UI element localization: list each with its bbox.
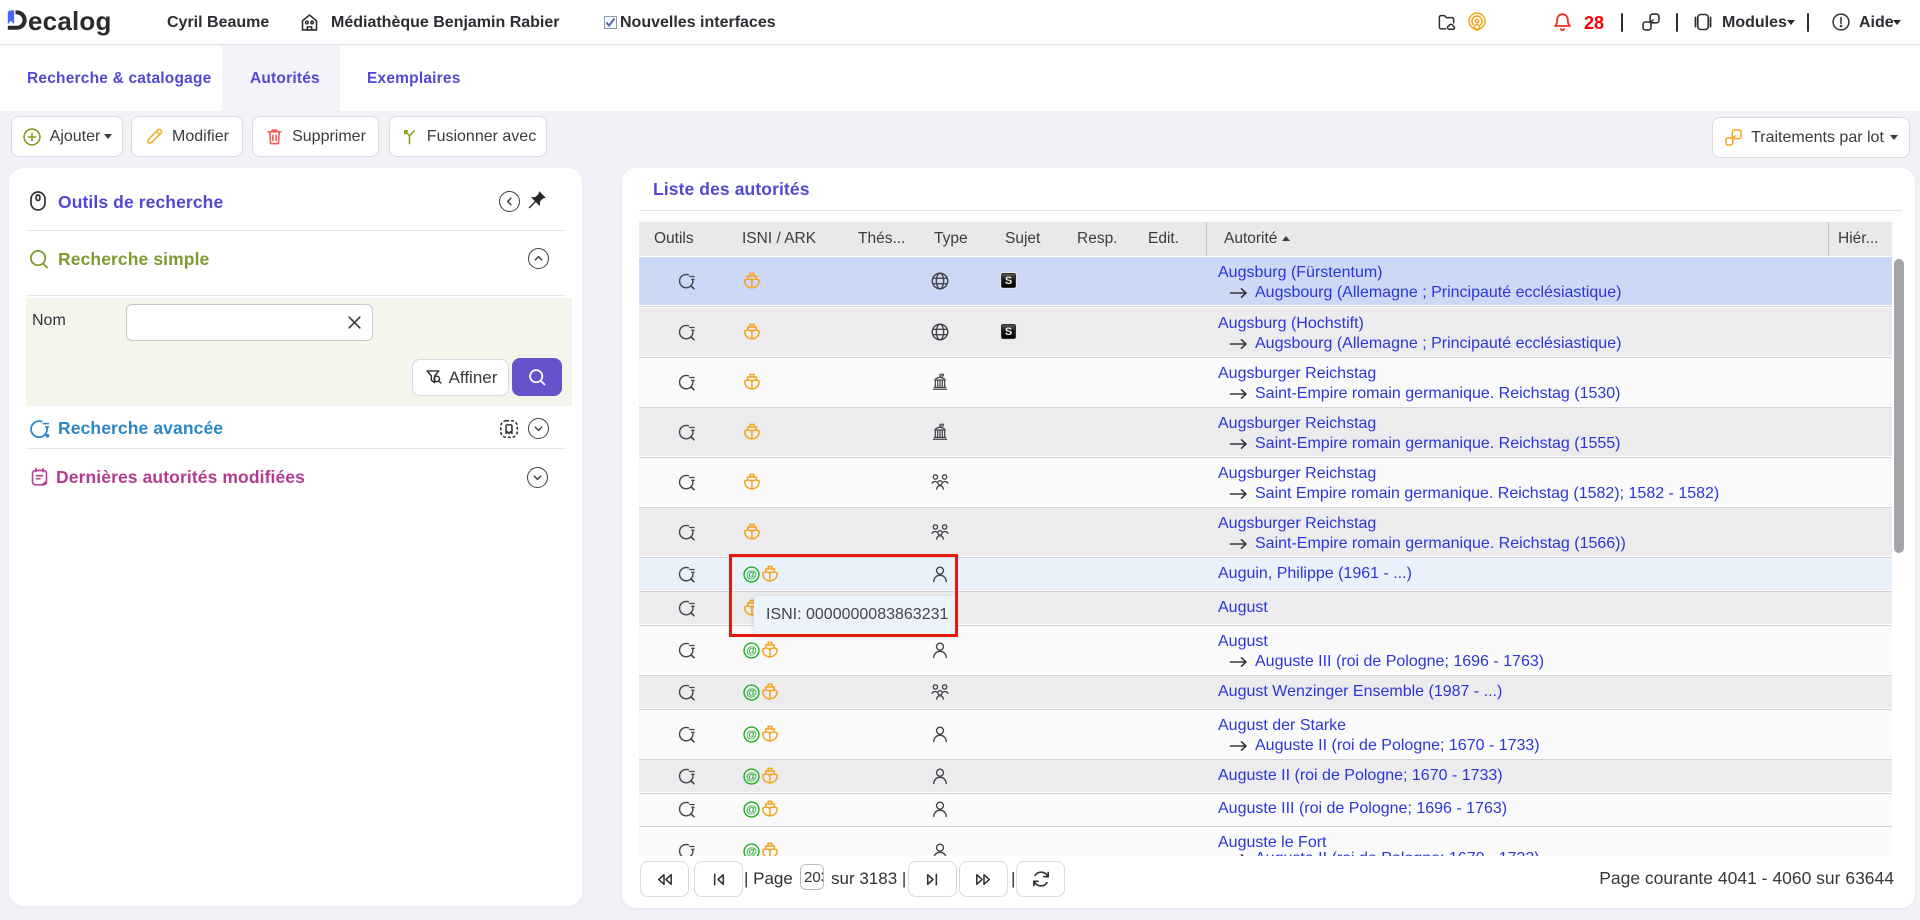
svg-text:ecalog: ecalog	[28, 6, 112, 36]
